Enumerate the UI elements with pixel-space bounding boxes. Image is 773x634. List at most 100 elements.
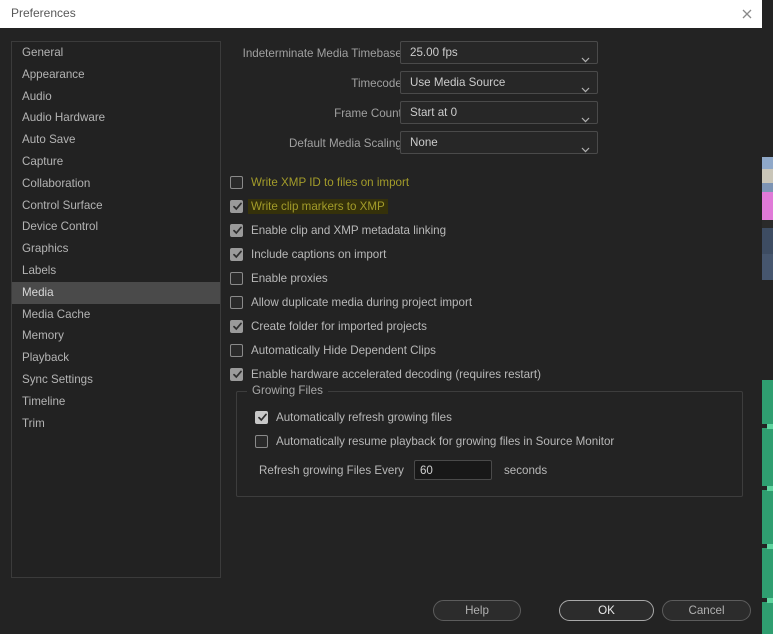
enable-clip-and-xmp-metadata-linking-checkbox[interactable]	[230, 223, 243, 237]
write-clip-markers-to-xmp-row[interactable]: Write clip markers to XMP	[230, 194, 750, 218]
allow-duplicate-media-during-project-import-checkbox[interactable]	[230, 295, 243, 309]
background-timeline-clip	[762, 490, 773, 544]
preferences-category-list[interactable]: General Appearance Audio Audio Hardware Auto…	[11, 41, 221, 578]
frame-count-row: Frame Count: Start at 0	[230, 101, 750, 131]
sidebar-item-label: Appearance	[22, 67, 85, 81]
write-xmp-id-to-files-on-import-checkbox[interactable]	[230, 175, 243, 189]
sidebar-item-media[interactable]: Media	[12, 281, 220, 304]
frame-count-value: Start at 0	[410, 106, 458, 119]
sidebar-item-device-control[interactable]: Device Control	[12, 216, 220, 238]
automatically-resume-playback-for-growing-files-label: Automatically resume playback for growin…	[276, 434, 615, 448]
enable-proxies-row[interactable]: Enable proxies	[230, 266, 750, 290]
indeterminate-media-timebase-value: 25.00 fps	[410, 46, 458, 59]
growing-files-group: Growing Files Automatically refresh grow…	[236, 384, 743, 497]
growing-files-title: Growing Files	[247, 384, 328, 397]
chevron-down-icon	[581, 50, 590, 63]
frame-count-dropdown[interactable]: Start at 0	[400, 101, 598, 124]
preferences-dialog: Preferences General Appearance Audio Audio …	[0, 0, 762, 634]
chevron-down-icon	[581, 140, 590, 153]
refresh-interval-row: Refresh growing Files Every seconds	[255, 457, 614, 483]
sidebar-item-graphics[interactable]: Graphics	[12, 238, 220, 260]
indeterminate-media-timebase-dropdown[interactable]: 25.00 fps	[400, 41, 598, 64]
include-captions-on-import-checkbox[interactable]	[230, 247, 243, 261]
enable-hardware-accelerated-decoding-checkbox[interactable]	[230, 367, 243, 381]
background-clip-marker	[767, 424, 773, 429]
sidebar-item-trim[interactable]: Trim	[12, 413, 220, 435]
cancel-button[interactable]: Cancel	[662, 600, 751, 621]
dropdown-group: Indeterminate Media Timebase: 25.00 fps Ti…	[230, 41, 750, 161]
checkbox-group: Write XMP ID to files on import Write cli…	[230, 170, 750, 386]
growing-files-checkbox-group: Automatically refresh growing files Autom…	[255, 405, 614, 453]
background-timeline-clip	[762, 548, 773, 598]
dialog-title: Preferences	[11, 6, 76, 20]
sidebar-item-timeline[interactable]: Timeline	[12, 391, 220, 413]
sidebar-item-label: Control Surface	[22, 198, 103, 212]
refresh-interval-label: Refresh growing Files Every	[259, 463, 404, 477]
write-xmp-id-to-files-on-import-label: Write XMP ID to files on import	[251, 175, 410, 189]
automatically-hide-dependent-clips-checkbox[interactable]	[230, 343, 243, 357]
screen: Preferences General Appearance Audio Audio …	[0, 0, 773, 634]
enable-clip-and-xmp-metadata-linking-row[interactable]: Enable clip and XMP metadata linking	[230, 218, 750, 242]
ok-button[interactable]: OK	[559, 600, 654, 621]
automatically-resume-playback-for-growing-files-checkbox[interactable]	[255, 434, 268, 448]
sidebar-item-label: Audio	[22, 89, 52, 103]
sidebar-item-label: General	[22, 46, 64, 59]
automatically-hide-dependent-clips-row[interactable]: Automatically Hide Dependent Clips	[230, 338, 750, 362]
allow-duplicate-media-during-project-import-label: Allow duplicate media during project imp…	[251, 295, 473, 309]
sidebar-item-label: Sync Settings	[22, 372, 93, 386]
sidebar-item-label: Timeline	[22, 394, 66, 408]
create-folder-for-imported-projects-checkbox[interactable]	[230, 319, 243, 333]
frame-count-label: Frame Count:	[334, 107, 405, 120]
media-preferences-pane: Indeterminate Media Timebase: 25.00 fps Ti…	[230, 41, 750, 386]
timecode-label: Timecode:	[351, 77, 405, 90]
enable-proxies-checkbox[interactable]	[230, 271, 243, 285]
sidebar-item-labels[interactable]: Labels	[12, 260, 220, 282]
sidebar-item-sync-settings[interactable]: Sync Settings	[12, 369, 220, 391]
background-timeline-clip	[762, 380, 773, 424]
enable-proxies-label: Enable proxies	[251, 271, 328, 285]
sidebar-item-label: Auto Save	[22, 133, 76, 147]
allow-duplicate-media-during-project-import-row[interactable]: Allow duplicate media during project imp…	[230, 290, 750, 314]
write-clip-markers-to-xmp-checkbox[interactable]	[230, 199, 243, 213]
sidebar-item-playback[interactable]: Playback	[12, 347, 220, 369]
write-xmp-id-to-files-on-import-row[interactable]: Write XMP ID to files on import	[230, 170, 750, 194]
sidebar-item-collaboration[interactable]: Collaboration	[12, 173, 220, 195]
sidebar-item-audio[interactable]: Audio	[12, 86, 220, 108]
refresh-interval-unit: seconds	[503, 463, 548, 477]
sidebar-item-control-surface[interactable]: Control Surface	[12, 195, 220, 217]
create-folder-for-imported-projects-label: Create folder for imported projects	[251, 319, 427, 333]
refresh-interval-input[interactable]	[413, 460, 492, 480]
sidebar-item-auto-save[interactable]: Auto Save	[12, 129, 220, 151]
automatically-refresh-growing-files-row[interactable]: Automatically refresh growing files	[255, 405, 614, 429]
sidebar-item-capture[interactable]: Capture	[12, 151, 220, 173]
enable-hardware-accelerated-decoding-row[interactable]: Enable hardware accelerated decoding (re…	[230, 362, 750, 386]
automatically-resume-playback-for-growing-files-row[interactable]: Automatically resume playback for growin…	[255, 429, 614, 453]
sidebar-item-memory[interactable]: Memory	[12, 325, 220, 347]
sidebar-item-label: Media Cache	[22, 307, 91, 321]
sidebar-item-label: Capture	[22, 154, 64, 168]
default-media-scaling-dropdown[interactable]: None	[400, 131, 598, 154]
background-clip-marker	[767, 486, 773, 491]
indeterminate-media-timebase-row: Indeterminate Media Timebase: 25.00 fps	[230, 41, 750, 71]
sidebar-item-general[interactable]: General	[12, 42, 220, 64]
include-captions-on-import-row[interactable]: Include captions on import	[230, 242, 750, 266]
sidebar-item-appearance[interactable]: Appearance	[12, 64, 220, 86]
enable-clip-and-xmp-metadata-linking-label: Enable clip and XMP metadata linking	[251, 223, 447, 237]
automatically-refresh-growing-files-checkbox[interactable]	[255, 410, 268, 424]
timecode-dropdown[interactable]: Use Media Source	[400, 71, 598, 94]
close-icon[interactable]	[738, 5, 756, 23]
enable-hardware-accelerated-decoding-label: Enable hardware accelerated decoding (re…	[251, 367, 542, 381]
create-folder-for-imported-projects-row[interactable]: Create folder for imported projects	[230, 314, 750, 338]
sidebar-item-label: Graphics	[22, 242, 69, 256]
background-timeline-clip	[762, 428, 773, 486]
sidebar-item-label: Collaboration	[22, 176, 91, 190]
sidebar-item-media-cache[interactable]: Media Cache	[12, 304, 220, 326]
dialog-titlebar: Preferences	[0, 0, 762, 28]
write-clip-markers-to-xmp-label: Write clip markers to XMP	[248, 198, 388, 214]
timecode-value: Use Media Source	[410, 76, 506, 89]
sidebar-item-label: Memory	[22, 329, 64, 343]
default-media-scaling-value: None	[410, 136, 438, 149]
sidebar-item-label: Trim	[22, 416, 45, 430]
sidebar-item-audio-hardware[interactable]: Audio Hardware	[12, 107, 220, 129]
help-button[interactable]: Help	[433, 600, 521, 621]
